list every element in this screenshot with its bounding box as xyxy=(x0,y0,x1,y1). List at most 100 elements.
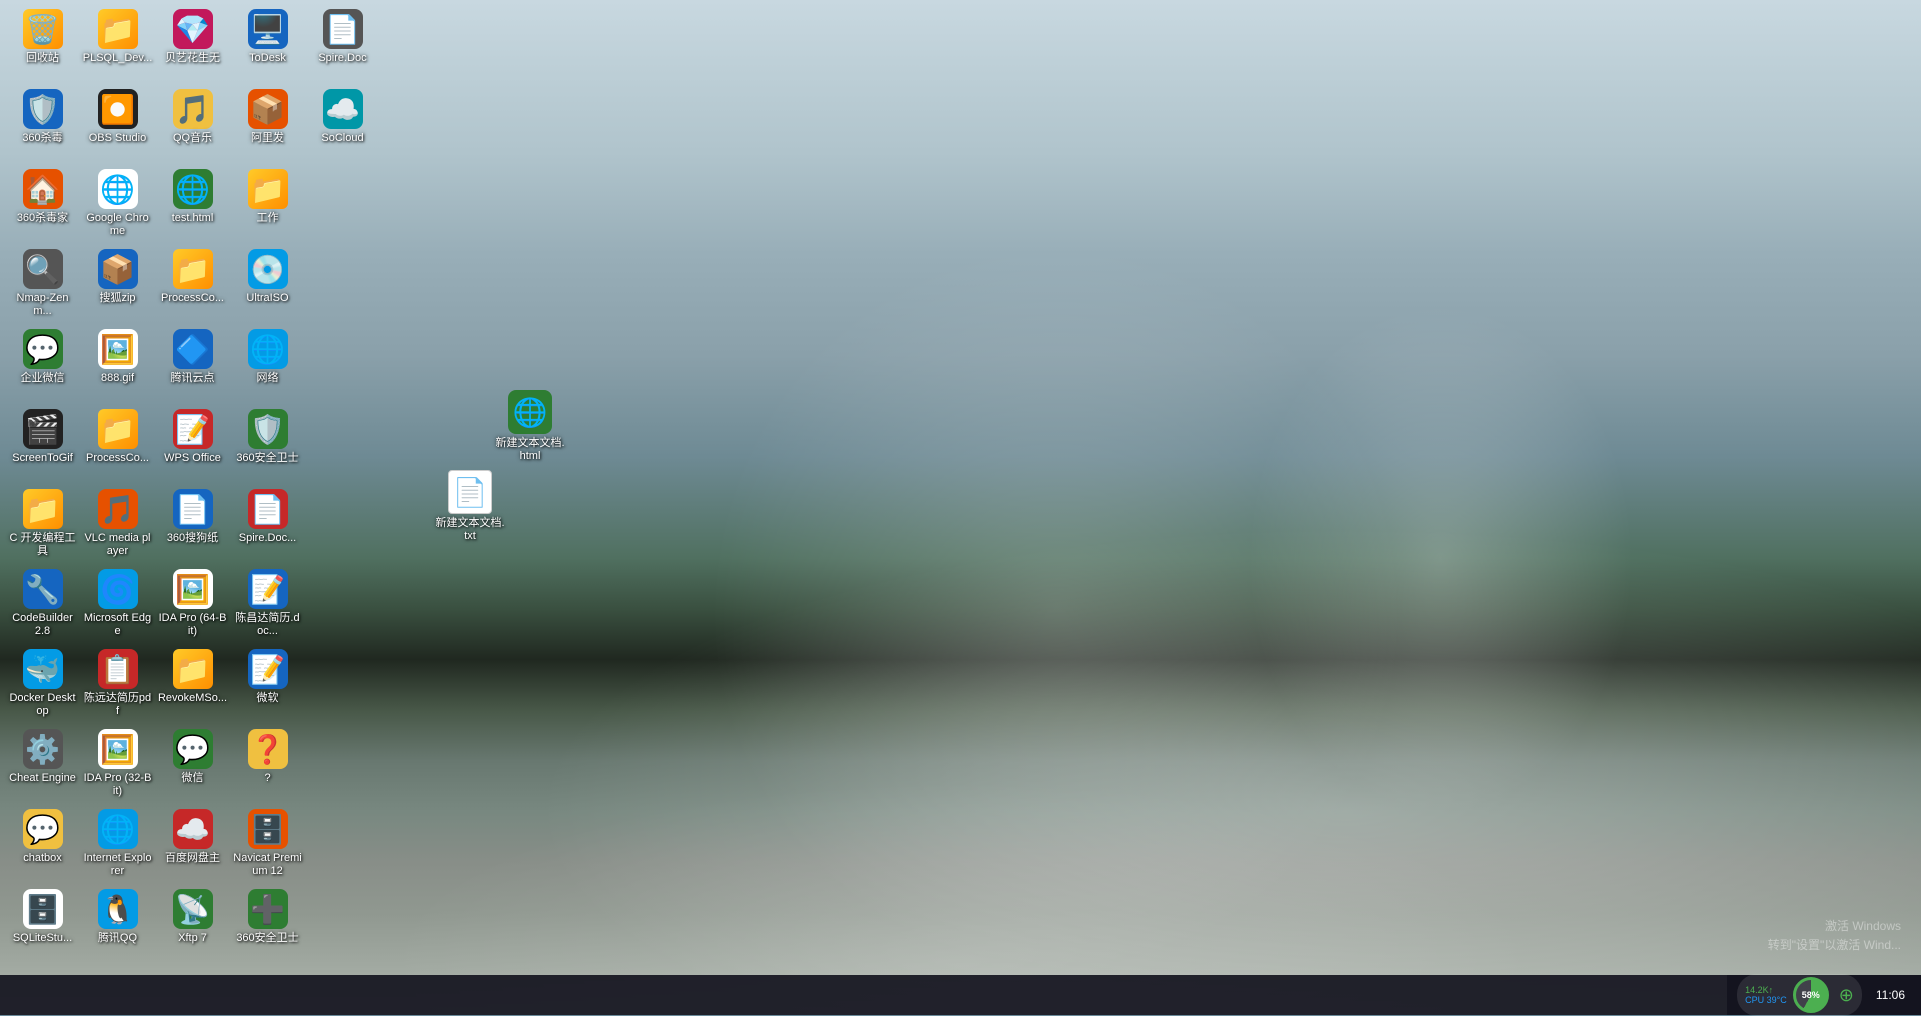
icon-img-nmap: 🔍 xyxy=(23,249,63,289)
desktop-icon-idapro32[interactable]: 🖼️IDA Pro (32-Bit) xyxy=(80,725,155,805)
desktop-icon-qqpenguin[interactable]: 🐧腾讯QQ xyxy=(80,885,155,965)
desktop-icon-navicat[interactable]: 🗄️Navicat Premium 12 xyxy=(230,805,305,885)
net-upload: 14.2K↑ xyxy=(1745,985,1787,995)
desktop-icon-vlc[interactable]: 🎵 VLC media player xyxy=(80,485,155,565)
icon-img-idapro32: 🖼️ xyxy=(98,729,138,769)
desktop-icon-socloud[interactable]: ☁️SoCloud xyxy=(305,85,380,165)
icon-label-screentogif: ScreenToGif xyxy=(12,452,73,465)
desktop-icon-msedge[interactable]: 🌀Microsoft Edge xyxy=(80,565,155,645)
icon-label-beiyonghua: 贝艺花生无 xyxy=(165,52,220,65)
icon-img-todesk: 🖥️ xyxy=(248,9,288,49)
desktop-icon-plsqldev[interactable]: 📁 PLSQL_Dev... xyxy=(80,5,155,85)
icon-img-chatbox: 💬 xyxy=(23,809,63,849)
desktop-icon-testhtml[interactable]: 🌐test.html xyxy=(155,165,230,245)
icon-img-beiyonghua: 💎 xyxy=(173,9,213,49)
sys-monitor-widget: 14.2K↑ CPU 39°C 58% ⊕ xyxy=(1737,974,1862,1016)
desktop-icon-gongzuo[interactable]: 📁 工作 xyxy=(230,165,305,245)
desktop-icon-processcom[interactable]: 📁ProcessCo... xyxy=(80,405,155,485)
icon-img-360safe: 🛡️ xyxy=(248,409,288,449)
icon-img-gongzuo: 📁 xyxy=(248,169,288,209)
desktop-icon-tengxundian[interactable]: 🔷腾讯云点 xyxy=(155,325,230,405)
desktop-icon-wangluo[interactable]: 🌐网络 xyxy=(230,325,305,405)
icon-img-huwang: ☁️ xyxy=(173,809,213,849)
desktop-icon-yuandahistory[interactable]: 📋陈远达简历pdf xyxy=(80,645,155,725)
desktop-icon-sqlitestudio[interactable]: 🗄️ SQLiteStu... xyxy=(5,885,80,965)
desktop-icon-wps2[interactable]: 📝 微软 xyxy=(230,645,305,725)
icon-img-idapro64: 🖼️ xyxy=(173,569,213,609)
desktop-icon-alijige[interactable]: 📦阿里发 xyxy=(230,85,305,165)
icon-label-plsqldev: PLSQL_Dev... xyxy=(83,52,153,65)
icon-label-unknown: ? xyxy=(264,772,270,785)
icon-img-yuandali: 📝 xyxy=(248,569,288,609)
desktop-icon-360weishi[interactable]: 🛡️360杀毒 xyxy=(5,85,80,165)
icon-img-ie: 🌐 xyxy=(98,809,138,849)
desktop-icon-chrome[interactable]: 🌐Google Chrome xyxy=(80,165,155,245)
icon-label-gongzuo: 工作 xyxy=(257,212,279,225)
desktop-icon-nmap[interactable]: 🔍Nmap-Zenm... xyxy=(5,245,80,325)
icon-img-processcom2: 📁 xyxy=(173,249,213,289)
desktop-icon-yuandali[interactable]: 📝陈昌达简历.doc... xyxy=(230,565,305,645)
icon-img-revokems: 📁 xyxy=(173,649,213,689)
scattered-icon-new-txt[interactable]: 📄 新建文本文档.txt xyxy=(430,470,510,543)
desktop-icon-360shouji[interactable]: 📄360搜狗纸 xyxy=(155,485,230,565)
desktop-icon-huwang[interactable]: ☁️ 百度网盘主 xyxy=(155,805,230,885)
desktop-icon-huishouzan[interactable]: 🗑️回收站 xyxy=(5,5,80,85)
desktop-icon-jiebao[interactable]: 📦搜狐zip xyxy=(80,245,155,325)
scattered-img-new-txt: 📄 xyxy=(448,470,492,514)
icon-img-weixin: 💬 xyxy=(173,729,213,769)
desktop-icon-spiredoc2[interactable]: 📄Spire.Doc xyxy=(305,5,380,85)
icon-label-360shouji: 360搜狗纸 xyxy=(167,532,218,545)
icon-img-chrome: 🌐 xyxy=(98,169,138,209)
icon-img-wpsoffice: 📝 xyxy=(173,409,213,449)
scattered-icon-new-html[interactable]: 🌐新建文本文档.html xyxy=(490,390,570,463)
desktop-icon-qqmusic[interactable]: 🎵QQ音乐 xyxy=(155,85,230,165)
clock-time: 11:06 xyxy=(1876,988,1905,1002)
icon-label-sqlitestudio: SQLiteStu... xyxy=(13,932,72,945)
icon-img-msedge: 🌀 xyxy=(98,569,138,609)
icon-label-docker: Docker Desktop xyxy=(8,692,78,718)
desktop-icon-unknown[interactable]: ❓? xyxy=(230,725,305,805)
desktop-icon-gif888[interactable]: 🖼️888.gif xyxy=(80,325,155,405)
desktop-icon-weixin[interactable]: 💬 微信 xyxy=(155,725,230,805)
icon-label-huwang: 百度网盘主 xyxy=(165,852,220,865)
desktop-icon-qiye[interactable]: 💬 企业微信 xyxy=(5,325,80,405)
scattered-label-new-txt: 新建文本文档.txt xyxy=(435,517,505,543)
desktop-icon-spiredoc[interactable]: 📄Spire.Doc... xyxy=(230,485,305,565)
icon-img-qiye: 💬 xyxy=(23,329,63,369)
desktop-icon-360safe[interactable]: 🛡️360安全卫士 xyxy=(230,405,305,485)
icon-img-sqlitestudio: 🗄️ xyxy=(23,889,63,929)
icon-label-socloud: SoCloud xyxy=(321,132,363,145)
desktop-icon-chatbox[interactable]: 💬chatbox xyxy=(5,805,80,885)
desktop-icon-revokems[interactable]: 📁RevokeMSo... xyxy=(155,645,230,725)
desktop-icon-ie[interactable]: 🌐Internet Explorer xyxy=(80,805,155,885)
icon-label-vlc: VLC media player xyxy=(83,532,153,558)
arc-browser-icon[interactable]: ⊕ xyxy=(1839,985,1854,1006)
desktop-icon-codebuilder[interactable]: 🔧CodeBuilder 2.8 xyxy=(5,565,80,645)
desktop-icon-cheatengine[interactable]: ⚙️Cheat Engine xyxy=(5,725,80,805)
icon-img-wps2: 📝 xyxy=(248,649,288,689)
icon-img-xftp7: 📡 xyxy=(173,889,213,929)
cpu-usage-circle[interactable]: 58% xyxy=(1793,977,1829,1013)
desktop-icon-todesk[interactable]: 🖥️ToDesk xyxy=(230,5,305,85)
desktop-icon-beiyonghua[interactable]: 💎 贝艺花生无 xyxy=(155,5,230,85)
desktop-icon-wpsoffice[interactable]: 📝WPS Office xyxy=(155,405,230,485)
icon-label-idapro64: IDA Pro (64-Bit) xyxy=(158,612,228,638)
desktop-icon-idapro64[interactable]: 🖼️ IDA Pro (64-Bit) xyxy=(155,565,230,645)
icon-label-weixin: 微信 xyxy=(182,772,204,785)
desktop-icon-xftp7[interactable]: 📡Xftp 7 xyxy=(155,885,230,965)
desktop-icon-screentogif[interactable]: 🎬ScreenToGif xyxy=(5,405,80,485)
desktop-icons-area: 🗑️回收站🛡️360杀毒🏠360杀毒家🔍Nmap-Zenm...💬企业微信🎬Sc… xyxy=(0,0,380,1015)
desktop-icon-kaifachengxu[interactable]: 📁C 开发编程工具 xyxy=(5,485,80,565)
icon-label-kaifachengxu: C 开发编程工具 xyxy=(8,532,78,558)
desktop-icon-processcom2[interactable]: 📁ProcessCo... xyxy=(155,245,230,325)
desktop-icon-360shajvjia[interactable]: 🏠360杀毒家 xyxy=(5,165,80,245)
desktop-icon-obs[interactable]: ⏺️OBS Studio xyxy=(80,85,155,165)
icon-img-vlc: 🎵 xyxy=(98,489,138,529)
icon-label-360shajvjia: 360杀毒家 xyxy=(17,212,68,225)
desktop-icon-ultraiso[interactable]: 💿UltraISO xyxy=(230,245,305,325)
desktop-icon-docker[interactable]: 🐳Docker Desktop xyxy=(5,645,80,725)
desktop-icon-360guard[interactable]: ➕360安全卫士 xyxy=(230,885,305,965)
icon-label-wps2: 微软 xyxy=(257,692,279,705)
icon-img-plsqldev: 📁 xyxy=(98,9,138,49)
icon-label-qiye: 企业微信 xyxy=(21,372,65,385)
